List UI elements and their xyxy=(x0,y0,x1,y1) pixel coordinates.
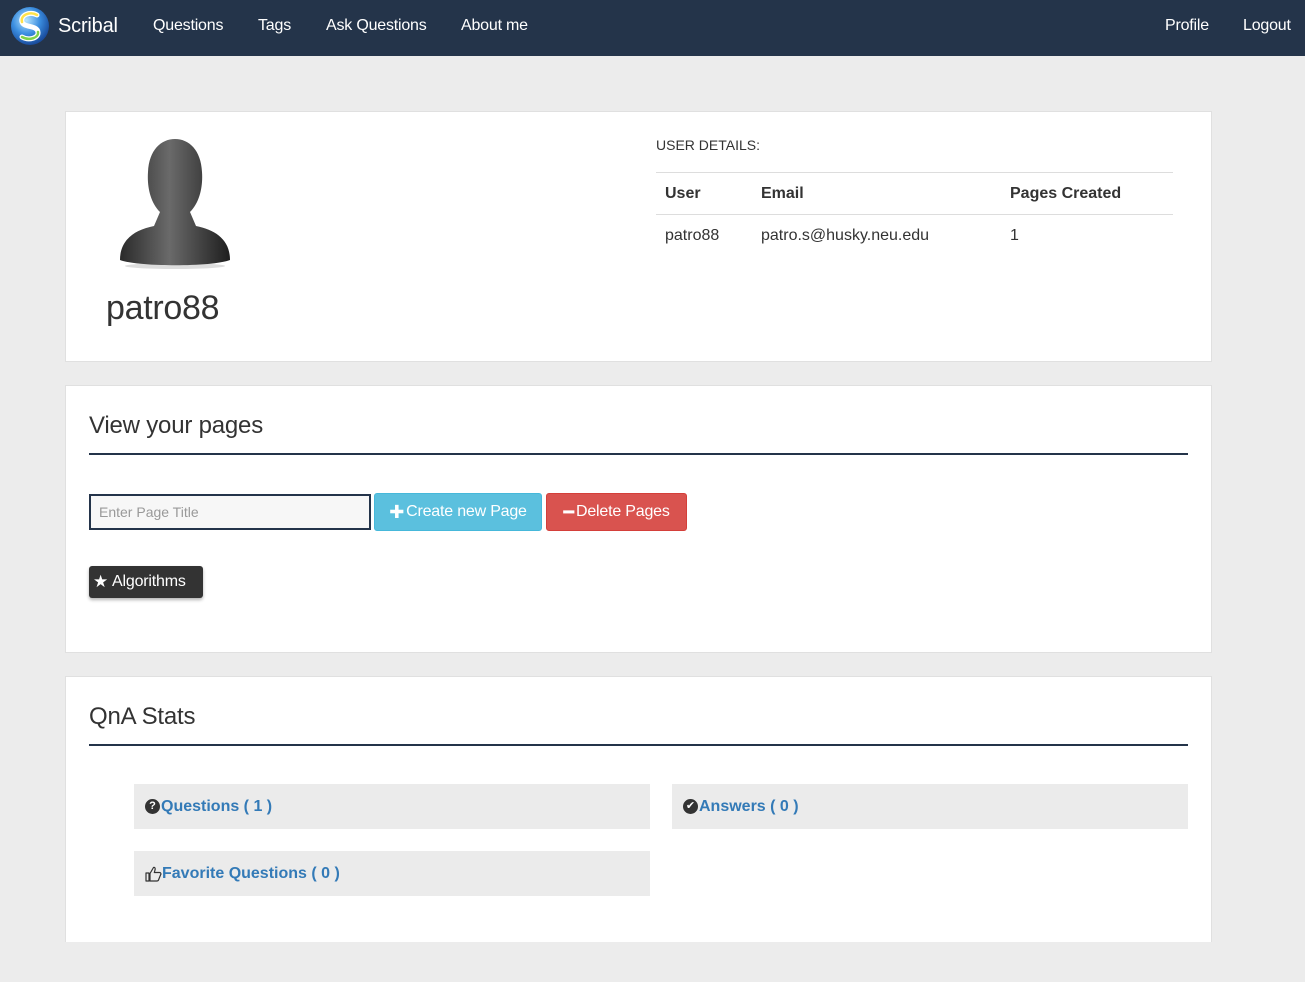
table-row: patro88 patro.s@husky.neu.edu 1 xyxy=(656,214,1173,256)
pages-section-divider xyxy=(89,453,1188,455)
column-header-email: Email xyxy=(761,185,804,202)
page-tag-label: Algorithms xyxy=(112,573,186,590)
delete-pages-button[interactable]: ━ Delete Pages xyxy=(546,493,687,531)
create-page-button[interactable]: ✚ Create new Page xyxy=(374,493,542,531)
thumbs-up-icon xyxy=(145,866,162,882)
nav-profile[interactable]: Profile xyxy=(1165,17,1209,35)
user-details-label: USER DETAILS: xyxy=(656,137,760,153)
table-header-row: User Email Pages Created xyxy=(656,172,1173,214)
minus-icon: ━ xyxy=(563,502,574,522)
plus-icon: ✚ xyxy=(389,502,405,522)
create-page-label: Create new Page xyxy=(406,503,527,520)
nav-logout[interactable]: Logout xyxy=(1243,17,1291,35)
cell-user: patro88 xyxy=(665,227,720,244)
question-circle-icon: ? xyxy=(145,799,160,814)
top-navbar: Scribal Questions Tags Ask Questions Abo… xyxy=(0,0,1305,56)
profile-username: patro88 xyxy=(106,289,220,327)
nav-tags[interactable]: Tags xyxy=(258,17,291,35)
qna-section-divider xyxy=(89,744,1188,746)
star-icon: ★ xyxy=(93,572,109,591)
column-header-pages-created: Pages Created xyxy=(1010,185,1122,202)
nav-ask-questions[interactable]: Ask Questions xyxy=(326,17,427,35)
brand[interactable]: Scribal xyxy=(10,6,118,46)
answers-stat-box: ✔ Answers ( 0 ) xyxy=(672,784,1188,829)
scribal-logo-icon xyxy=(11,7,49,45)
brand-name: Scribal xyxy=(58,14,118,37)
check-circle-icon: ✔ xyxy=(683,799,698,814)
nav-about-me[interactable]: About me xyxy=(461,17,528,35)
user-avatar-icon xyxy=(120,139,230,269)
favorites-stat-link[interactable]: Favorite Questions ( 0 ) xyxy=(162,865,340,883)
user-details-table: User Email Pages Created patro88 patro.s… xyxy=(656,172,1173,256)
nav-questions[interactable]: Questions xyxy=(153,17,223,35)
delete-pages-label: Delete Pages xyxy=(575,503,670,520)
profile-panel: patro88 USER DETAILS: User Email Pages C… xyxy=(65,111,1212,362)
page-tag-algorithms[interactable]: ★ Algorithms xyxy=(89,566,203,598)
questions-stat-box: ? Questions ( 1 ) xyxy=(134,784,650,829)
cell-email: patro.s@husky.neu.edu xyxy=(761,227,930,244)
pages-panel: View your pages ✚ Create new Page ━ Dele… xyxy=(65,385,1212,653)
qna-section-title: QnA Stats xyxy=(89,703,196,730)
qna-stats-panel: QnA Stats ? Questions ( 1 ) ✔ Answers ( … xyxy=(65,676,1212,942)
favorites-stat-box: Favorite Questions ( 0 ) xyxy=(134,851,650,896)
pages-section-title: View your pages xyxy=(89,412,264,439)
cell-pages-created: 1 xyxy=(1010,227,1019,244)
answers-stat-link[interactable]: Answers ( 0 ) xyxy=(699,798,799,816)
questions-stat-link[interactable]: Questions ( 1 ) xyxy=(161,798,272,816)
column-header-user: User xyxy=(665,185,701,202)
page-title-input[interactable] xyxy=(89,494,371,530)
